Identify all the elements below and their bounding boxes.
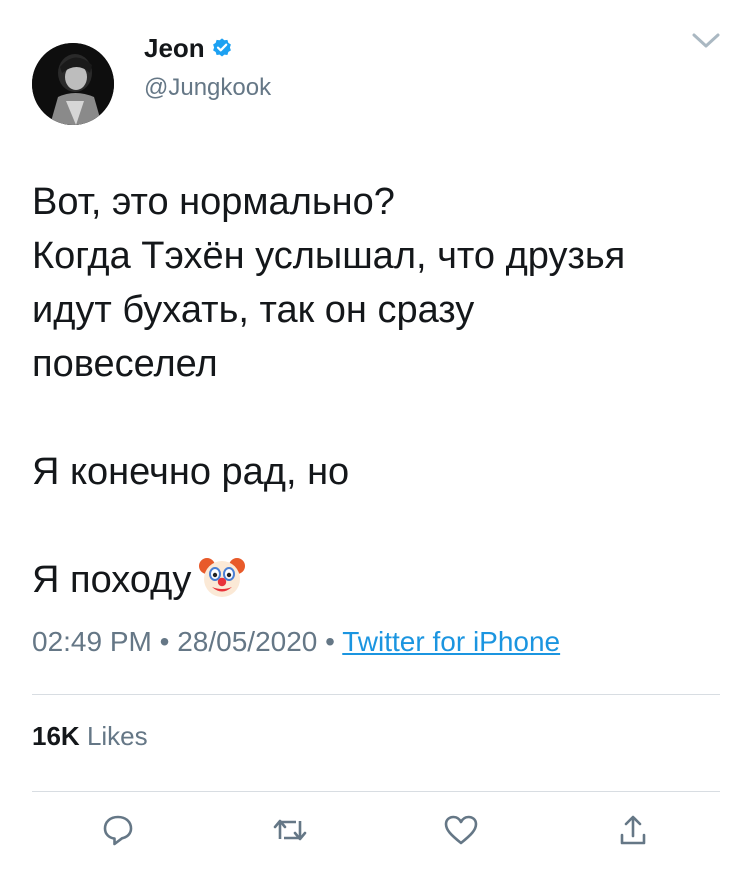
reply-button[interactable] [98, 812, 138, 852]
like-icon [443, 814, 479, 851]
chevron-down-icon[interactable] [690, 30, 722, 52]
author-name-row[interactable]: Jeon [144, 33, 233, 63]
tweet-line: Я походу [32, 559, 192, 601]
tweet-text: Вот, это нормально? Когда Тэхён услышал,… [32, 175, 722, 607]
meta-separator: • [159, 626, 170, 657]
likes-stat[interactable]: 16K Likes [32, 720, 148, 752]
author-handle[interactable]: @Jungkook [144, 74, 271, 102]
retweet-icon [272, 815, 308, 850]
tweet-line: Когда Тэхён услышал, что друзья [32, 235, 626, 277]
tweet-line: Вот, это нормально? [32, 181, 395, 223]
likes-label: Likes [86, 721, 148, 751]
tweet-line: Я конечно рад, но [32, 451, 350, 493]
tweet-line: идут бухать, так он сразу [32, 289, 475, 331]
tweet-source-link[interactable]: Twitter for iPhone [342, 626, 560, 657]
tweet-line-with-emoji: Я походу [32, 553, 722, 607]
tweet-line: повеселел [32, 343, 218, 385]
tweet-meta: 02:49 PM • 28/05/2020 • Twitter for iPho… [32, 624, 560, 660]
author-name[interactable]: Jeon [144, 33, 205, 63]
divider [32, 791, 720, 792]
tweet-time: 02:49 PM [32, 626, 152, 657]
avatar[interactable] [32, 43, 114, 125]
share-button[interactable] [613, 812, 653, 852]
share-icon [618, 814, 648, 851]
meta-separator: • [325, 626, 335, 657]
tweet-date: 28/05/2020 [177, 626, 318, 657]
clown-face-icon [199, 554, 246, 600]
retweet-button[interactable] [270, 812, 310, 852]
like-button[interactable] [441, 812, 481, 852]
divider [32, 694, 720, 695]
verified-badge-icon [211, 37, 233, 59]
reply-icon [101, 813, 135, 852]
likes-count: 16K [32, 721, 80, 751]
